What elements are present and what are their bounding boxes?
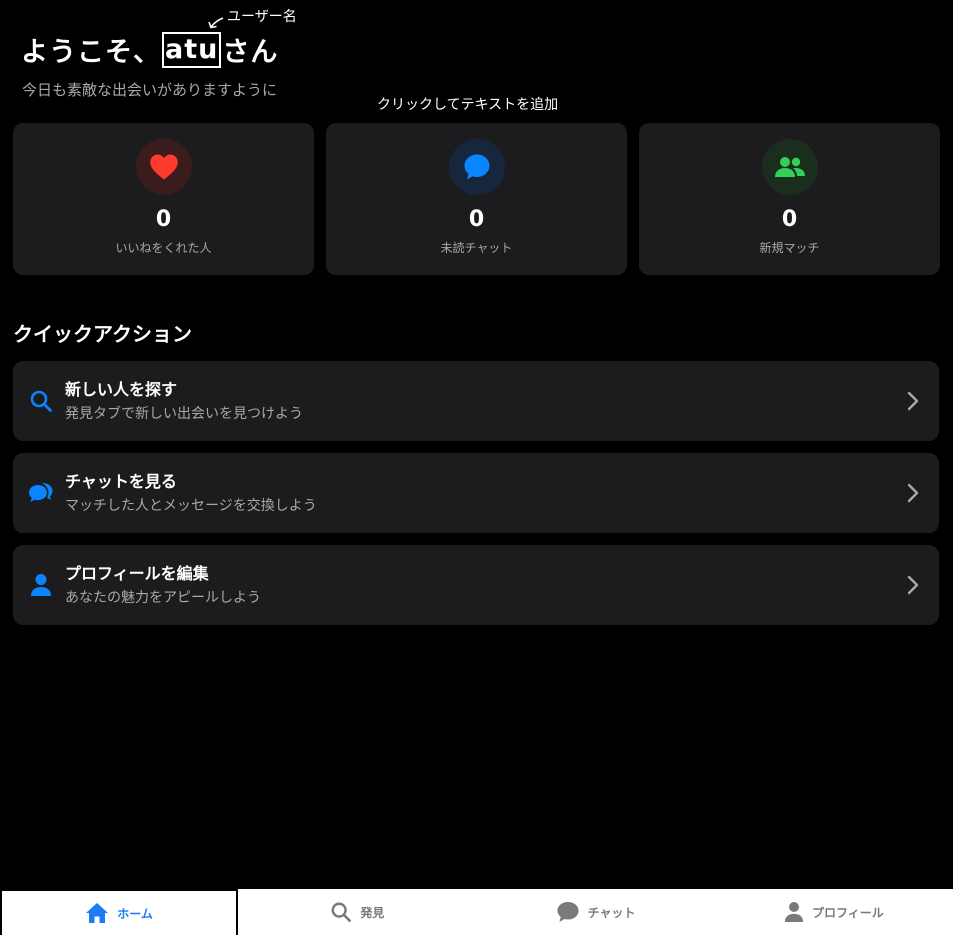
stat-icon-bg [448,139,505,195]
stat-card-unread-chats[interactable]: 0 未読チャット [326,123,627,275]
action-icon-wrap [13,573,65,597]
chat-bubbles-icon [28,483,52,502]
tab-label: チャット [587,905,636,920]
stat-icon-bg [761,139,818,195]
chevron-right-icon [907,575,919,595]
greeting-suffix: さん [222,37,279,68]
username-annotation: ユーザー名 [227,9,297,25]
action-description: マッチした人とメッセージを交換しよう [65,497,317,514]
action-find-people[interactable]: 新しい人を探す 発見タブで新しい出会いを見つけよう [13,361,939,441]
quick-actions-list: 新しい人を探す 発見タブで新しい出会いを見つけよう チャットを見る マッチした人… [13,361,939,625]
tab-label: ホーム [117,906,153,921]
stat-label: 新規マッチ [759,241,820,255]
chat-bubble-icon [464,154,489,180]
stat-card-new-matches[interactable]: 0 新規マッチ [639,123,940,275]
tab-discover[interactable]: 発見 [238,889,476,935]
annotation-arrow-icon [208,17,224,29]
action-text: プロフィールを編集 あなたの魅力をアピールしよう [65,564,261,607]
action-edit-profile[interactable]: プロフィールを編集 あなたの魅力をアピールしよう [13,545,939,625]
tab-label: プロフィール [811,905,884,920]
action-description: あなたの魅力をアピールしよう [65,589,261,606]
tab-label: 発見 [360,905,385,920]
add-text-hint[interactable]: クリックしてテキストを追加 [377,94,558,114]
bottom-tab-bar: ホーム 発見 チャット プロフィール [0,889,953,935]
action-icon-wrap [13,389,65,413]
greeting-prefix: ようこそ、 [21,37,161,68]
chevron-right-icon [907,391,919,411]
stat-card-likes[interactable]: 0 いいねをくれた人 [13,123,314,275]
action-title: 新しい人を探す [65,379,178,399]
quick-actions-title: クイックアクション [13,322,192,346]
stat-value: 0 [155,207,172,232]
greeting-title: ようこそ、 atu さん [21,30,278,69]
stat-value: 0 [468,207,485,232]
tab-chat[interactable]: チャット [477,889,715,935]
stat-value: 0 [781,207,798,232]
chevron-right-icon [907,483,919,503]
username[interactable]: atu [162,31,222,68]
stat-icon-bg [135,139,192,195]
home-icon [86,903,109,923]
action-text: 新しい人を探す 発見タブで新しい出会いを見つけよう [65,380,303,423]
action-title: チャットを見る [65,471,177,491]
search-icon [331,902,352,922]
tab-home[interactable]: ホーム [0,889,239,935]
person-icon [30,574,51,596]
action-icon-wrap [13,481,65,505]
tab-profile[interactable]: プロフィール [715,889,953,935]
chat-bubble-icon [557,902,579,922]
person-icon [784,902,804,922]
search-icon [30,390,52,412]
action-view-chats[interactable]: チャットを見る マッチした人とメッセージを交換しよう [13,453,939,533]
people-icon [774,157,805,177]
action-description: 発見タブで新しい出会いを見つけよう [65,405,303,422]
stat-label: いいねをくれた人 [115,241,212,255]
greeting-subtitle: 今日も素敵な出会いがありますように [22,81,278,99]
heart-icon [149,154,178,180]
action-text: チャットを見る マッチした人とメッセージを交換しよう [65,472,317,515]
stats-row: 0 いいねをくれた人 0 未読チャット 0 新規マッチ [13,123,940,275]
stat-label: 未読チャット [440,241,513,255]
action-title: プロフィールを編集 [65,563,209,583]
home-screen: ユーザー名 ようこそ、 atu さん 今日も素敵な出会いがありますように クリッ… [0,0,953,935]
